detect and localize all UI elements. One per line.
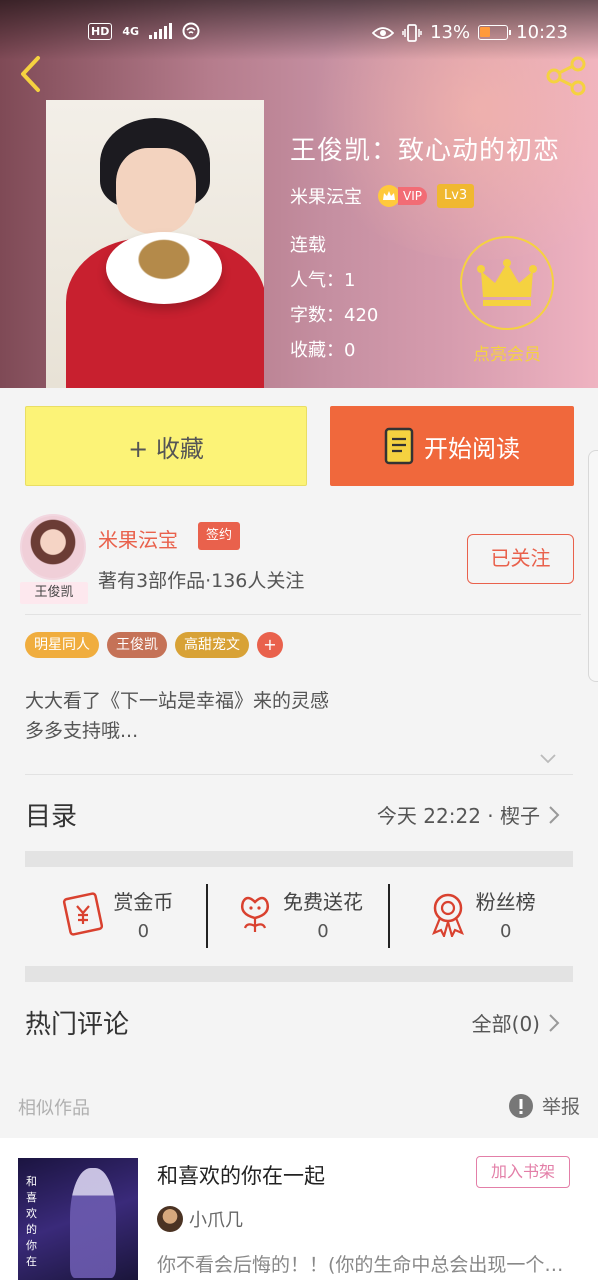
- chevron-right-icon: [549, 1013, 560, 1032]
- similar-book-title: 和喜欢的你在一起: [157, 1164, 325, 1188]
- fan-ranking-label: 粉丝榜: [475, 890, 536, 914]
- word-count: 字数：420: [290, 305, 379, 326]
- book-author-row: 米果沄宝 VIP Lv3: [290, 183, 475, 209]
- fan-ranking-button[interactable]: 粉丝榜 0: [390, 878, 573, 950]
- chevron-right-icon: [549, 805, 560, 824]
- exclamation-icon: [508, 1093, 533, 1118]
- author-avatar[interactable]: [20, 514, 86, 580]
- start-reading-button[interactable]: 开始阅读: [330, 406, 574, 486]
- hot-comments-row[interactable]: 热门评论 全部(0): [25, 1000, 560, 1050]
- level-badge: Lv3: [436, 184, 475, 208]
- author-meta: 著有3部作品·136人关注: [98, 570, 305, 592]
- divider: [25, 614, 581, 615]
- reward-coins-count: 0: [137, 921, 150, 942]
- similar-book-author-name: 小爪几: [189, 1210, 243, 1231]
- fan-ranking-count: 0: [499, 921, 512, 942]
- vibrate-icon: [402, 23, 422, 42]
- toc-label: 目录: [25, 802, 78, 832]
- similar-book-item[interactable]: 和喜欢的你在 和喜欢的你在一起 加入书架 小爪几 你不看会后悔的！！(你的生命中…: [0, 1138, 598, 1280]
- share-button[interactable]: [544, 56, 588, 96]
- followed-button[interactable]: 已关注: [467, 534, 574, 584]
- report-button[interactable]: 举报: [508, 1092, 580, 1119]
- section-divider: [25, 851, 573, 867]
- cover-text: 和喜欢的你在: [26, 1175, 37, 1268]
- clock: 10:23: [516, 22, 568, 43]
- reward-actions: 赏金币 0 免费送花 0 粉丝榜 0: [25, 878, 573, 950]
- signed-badge: 签约: [198, 522, 241, 550]
- divider: [25, 774, 573, 775]
- all-comments-link: 全部(0): [471, 1012, 540, 1036]
- add-favorite-button[interactable]: + 收藏: [25, 406, 307, 486]
- tag-item[interactable]: 明星同人: [25, 632, 99, 658]
- latest-chapter: 今天 22:22 · 楔子: [376, 804, 540, 828]
- back-button[interactable]: [14, 54, 50, 94]
- flower-count: 0: [317, 921, 329, 942]
- tag-item[interactable]: 高甜宠文: [175, 632, 249, 658]
- crown-icon: [477, 259, 537, 306]
- book-title: 王俊凯：致心动的初恋: [290, 136, 561, 166]
- similar-works-heading: 相似作品: [18, 1098, 90, 1119]
- similar-book-cover: 和喜欢的你在: [18, 1158, 138, 1280]
- wifi-globe-icon: [182, 22, 200, 40]
- similar-book-author: 小爪几: [157, 1206, 243, 1232]
- side-drawer-handle[interactable]: [588, 450, 598, 682]
- expand-chevron-icon[interactable]: [540, 754, 556, 764]
- book-stats: 连载 人气：1 字数：420 收藏：0: [290, 228, 378, 368]
- author-card: 王俊凯 米果沄宝 签约 著有3部作品·136人关注 已关注: [20, 514, 580, 614]
- network-type: 4G: [122, 24, 140, 38]
- add-tag-button[interactable]: +: [257, 632, 283, 658]
- book-author-name[interactable]: 米果沄宝: [290, 183, 362, 209]
- coin-envelope-icon: [63, 892, 104, 936]
- book-cover-image: [46, 100, 264, 388]
- share-icon: [546, 56, 586, 96]
- author-avatar: [157, 1206, 183, 1232]
- vip-badge: VIP: [378, 185, 427, 207]
- tag-list: 明星同人 王俊凯 高甜宠文 +: [25, 632, 283, 658]
- reward-coins-label: 赏金币: [113, 890, 174, 914]
- book-detail-panel: + 收藏 开始阅读 王俊凯 米果沄宝 签约 著有3部作品·136人关注 已关注 …: [0, 388, 598, 1119]
- crown-icon: [378, 185, 400, 207]
- member-label: 点亮会员: [473, 345, 541, 365]
- battery-icon: [478, 25, 512, 40]
- author-name[interactable]: 米果沄宝: [98, 524, 178, 553]
- chevron-left-icon: [21, 56, 40, 92]
- serial-status: 连载: [290, 235, 326, 256]
- hot-comments-label: 热门评论: [25, 1010, 130, 1040]
- book-header: HD 4G 13% 10:23 王俊凯：致心动的初恋 米果沄宝 VIP Lv3 …: [0, 0, 598, 388]
- send-flower-label: 免费送花: [283, 890, 363, 914]
- hd-indicator: HD: [88, 22, 113, 40]
- similar-book-desc: 你不看会后悔的！！(你的生命中总会出现一个人，他会让你明白...: [157, 1254, 582, 1276]
- flower-icon: [241, 896, 269, 932]
- book-icon: [384, 427, 414, 465]
- light-up-member-button[interactable]: 点亮会员: [458, 236, 556, 365]
- intro-line: 多多支持哦...: [25, 720, 139, 742]
- report-label: 举报: [541, 1096, 580, 1118]
- intro-line: 大大看了《下一站是幸福》来的灵感: [25, 690, 330, 712]
- popularity: 人气：1: [290, 270, 356, 291]
- battery-percent: 13%: [430, 22, 471, 43]
- send-flower-button[interactable]: 免费送花 0: [208, 878, 391, 950]
- favorite-count: 收藏：0: [290, 340, 356, 361]
- eye-icon: [372, 26, 395, 39]
- section-divider: [25, 966, 573, 982]
- start-reading-label: 开始阅读: [424, 434, 520, 463]
- signal-icon: [149, 23, 173, 39]
- ribbon-award-icon: [431, 893, 464, 937]
- avatar-tag: 王俊凯: [20, 582, 88, 604]
- status-bar: HD 4G 13% 10:23: [0, 0, 598, 68]
- reward-coins-button[interactable]: 赏金币 0: [25, 878, 208, 950]
- add-to-shelf-button[interactable]: 加入书架: [476, 1156, 570, 1188]
- tag-item[interactable]: 王俊凯: [107, 632, 167, 658]
- book-intro: 大大看了《下一站是幸福》来的灵感 多多支持哦...: [25, 686, 329, 746]
- table-of-contents-row[interactable]: 目录 今天 22:22 · 楔子: [25, 788, 560, 844]
